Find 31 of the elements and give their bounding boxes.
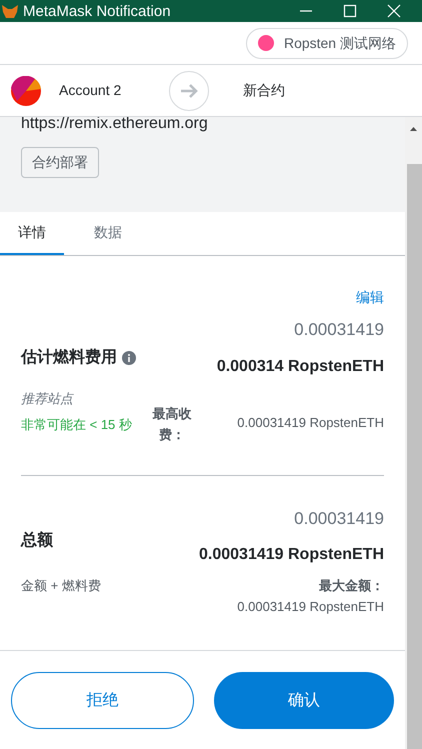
confirm-button[interactable]: 确认 [214, 672, 394, 729]
maximize-icon[interactable] [343, 4, 357, 18]
gas-fee-title: 估计燃料费用 [21, 348, 117, 368]
close-icon[interactable] [387, 4, 401, 18]
max-fee-value: 0.00031419 RopstenETH [237, 414, 384, 432]
info-icon[interactable] [122, 350, 136, 365]
gas-fee-fiat: 0.00031419 [294, 319, 384, 341]
gas-fee-amount: 0.000314 RopstenETH [216, 356, 384, 376]
total-amount: 0.00031419 RopstenETH [199, 545, 384, 565]
max-amount-label: 最大金额： [319, 577, 384, 595]
scrollbar[interactable] [405, 117, 422, 749]
edit-link[interactable]: 编辑 [356, 287, 384, 308]
reject-button[interactable]: 拒绝 [11, 672, 194, 729]
method-badge: 合约部署 [21, 147, 99, 178]
arrow-right-icon [179, 82, 199, 100]
total-fiat: 0.00031419 [294, 508, 384, 530]
fox-icon [1, 3, 19, 19]
gas-likely-time: 非常可能在 < 15 秒 [21, 416, 133, 434]
tab[interactable]: 详情 [0, 212, 64, 255]
total-note: 金额 + 燃料费 [21, 577, 101, 595]
network-selector[interactable]: Ropsten 测试网络 [246, 28, 408, 58]
window-title: MetaMask Notification [23, 4, 171, 18]
max-amount-value: 0.00031419 RopstenETH [237, 598, 384, 616]
tab[interactable]: 数据 [76, 212, 140, 255]
max-fee-label: 最高收费： [152, 404, 192, 444]
gas-speed-label: 推荐站点 [21, 390, 75, 408]
total-title: 总额 [21, 530, 53, 552]
origin-url: https://remix.ethereum.org [21, 114, 209, 134]
account-avatar [11, 76, 41, 106]
from-account: Account 2 [59, 81, 122, 100]
to-account: 新合约 [243, 81, 285, 100]
